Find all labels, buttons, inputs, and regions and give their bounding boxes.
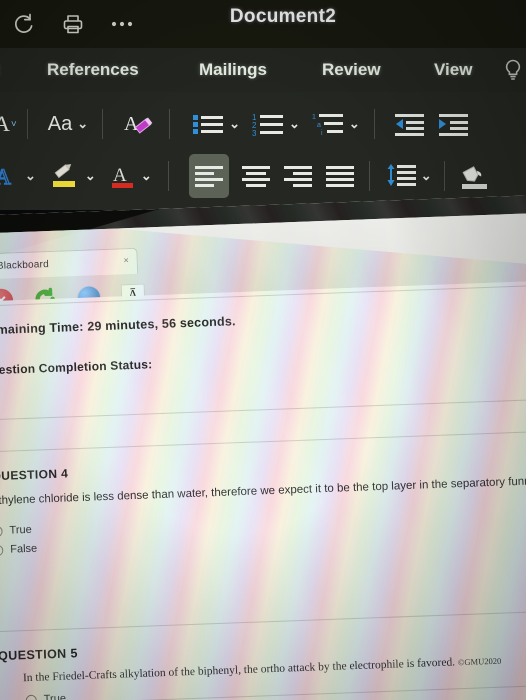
ribbon-tab-bar: t References Mailings Review View	[0, 48, 526, 92]
clear-formatting-icon[interactable]: A ˅	[0, 102, 17, 146]
divider	[167, 161, 169, 191]
divider	[26, 109, 28, 139]
chevron-down-icon[interactable]: ⌄	[349, 116, 360, 132]
chevron-down-icon[interactable]: ⌄	[289, 116, 300, 132]
close-icon[interactable]: ×	[123, 255, 129, 265]
ribbon-row-1: A ˅ Aa ⌄ A ⌄ 1 2 3 ⌄ 1 a i ⌄	[0, 98, 526, 150]
svg-text:a: a	[317, 122, 321, 129]
divider	[373, 109, 375, 139]
svg-text:A: A	[0, 164, 11, 189]
increase-indent-icon[interactable]	[437, 102, 469, 146]
word-titlebar: Document2	[0, 0, 526, 48]
align-right-icon[interactable]	[283, 154, 313, 198]
highlight-color-icon[interactable]: ⌄	[50, 154, 96, 198]
remaining-time-label: Remaining Time:	[0, 319, 84, 338]
chevron-down-icon[interactable]: ⌄	[229, 116, 240, 132]
divider	[368, 161, 370, 191]
multilevel-list-icon[interactable]: 1 a i ⌄	[312, 102, 360, 146]
svg-text:A: A	[124, 113, 139, 135]
tab-mailings[interactable]: Mailings	[199, 60, 267, 80]
radio-icon[interactable]	[0, 544, 4, 556]
radio-icon[interactable]	[0, 525, 3, 537]
completion-status-label: Question Completion Status:	[0, 357, 153, 378]
option-label: False	[10, 542, 38, 556]
divider	[169, 109, 171, 139]
remaining-time: Remaining Time: 29 minutes, 56 seconds.	[0, 314, 236, 337]
chevron-down-icon[interactable]: ⌄	[141, 168, 152, 184]
divider	[102, 109, 104, 139]
shading-icon[interactable]	[459, 154, 489, 198]
chevron-down-icon[interactable]: ⌄	[25, 168, 36, 184]
blackboard-screen-photo: Blackboard × ✕	[0, 194, 526, 700]
tab-view[interactable]: View	[434, 60, 472, 80]
chevron-down-icon[interactable]: ⌄	[421, 168, 432, 184]
divider	[443, 161, 445, 191]
clear-formatting-label: A	[0, 111, 10, 136]
radio-icon[interactable]	[25, 694, 37, 700]
font-color-red-icon[interactable]: A ⌄	[110, 154, 152, 198]
lightbulb-icon[interactable]	[502, 58, 524, 82]
svg-text:3: 3	[252, 129, 257, 137]
document-title: Document2	[229, 6, 337, 27]
tab-references[interactable]: References	[47, 60, 139, 80]
svg-text:i: i	[321, 130, 323, 137]
font-color-blue-icon[interactable]: A ⌄	[0, 154, 36, 198]
question-block-4: QUESTION 4 Methylene chloride is less de…	[0, 448, 526, 557]
svg-text:A: A	[113, 165, 127, 186]
bullets-icon[interactable]: ⌄	[192, 102, 240, 146]
word-window: Document2 t References Mailings Review V…	[0, 0, 526, 226]
copyright-watermark: ©GMU2020	[457, 655, 502, 668]
text-effects-icon[interactable]: A	[123, 102, 153, 146]
change-case-label: Aa	[47, 112, 73, 135]
change-case-button[interactable]: Aa ⌄	[48, 102, 88, 146]
ribbon-row-2: A ⌄ ⌄ A ⌄ ⌄	[0, 150, 526, 202]
option-label: True	[43, 692, 67, 700]
browser-tab-blackboard[interactable]: Blackboard ×	[0, 247, 139, 280]
chevron-down-icon[interactable]: ⌄	[77, 116, 88, 132]
option-label: True	[9, 523, 32, 537]
quiz-page: Remaining Time: 29 minutes, 56 seconds. …	[0, 279, 526, 700]
align-center-icon[interactable]	[241, 154, 271, 198]
browser-tab-label: Blackboard	[0, 258, 50, 272]
align-left-icon[interactable]	[188, 154, 229, 198]
remaining-time-value: 29 minutes, 56 seconds.	[87, 314, 236, 334]
tab-review[interactable]: Review	[322, 60, 381, 80]
question-4-options: True False	[0, 504, 526, 556]
numbering-icon[interactable]: 1 2 3 ⌄	[252, 102, 300, 146]
chevron-down-icon[interactable]: ⌄	[85, 168, 96, 184]
justify-icon[interactable]	[325, 154, 355, 198]
line-spacing-icon[interactable]: ⌄	[386, 154, 432, 198]
decrease-indent-icon[interactable]	[393, 102, 425, 146]
screenshot-root: Document2 t References Mailings Review V…	[0, 0, 526, 700]
svg-text:1: 1	[312, 114, 316, 121]
